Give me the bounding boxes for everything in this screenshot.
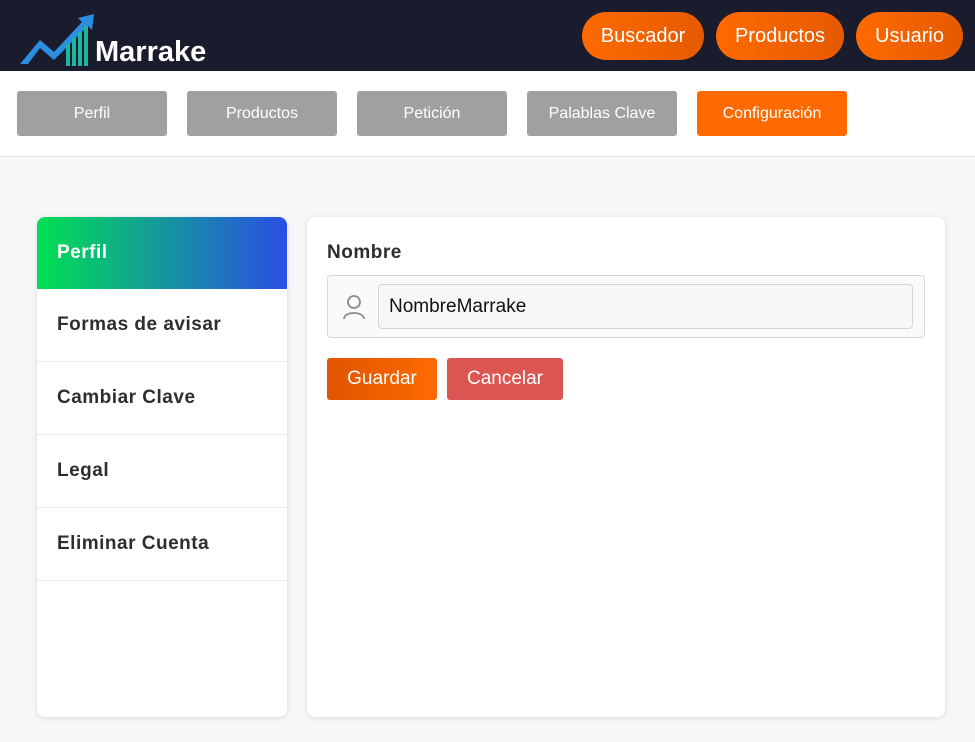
sidebar-item-formas-de-avisar[interactable]: Formas de avisar xyxy=(37,289,287,362)
tab-peticion[interactable]: Petición xyxy=(357,91,507,136)
tab-palabras-clave[interactable]: Palablas Clave xyxy=(527,91,677,136)
sidebar-item-perfil[interactable]: Perfil xyxy=(37,217,287,289)
tab-configuracion[interactable]: Configuración xyxy=(697,91,847,136)
name-field-group xyxy=(327,275,925,338)
settings-sidebar: Perfil Formas de avisar Cambiar Clave Le… xyxy=(37,217,287,717)
nav-productos-button[interactable]: Productos xyxy=(716,12,844,60)
save-button[interactable]: Guardar xyxy=(327,358,437,400)
sidebar-item-eliminar-cuenta[interactable]: Eliminar Cuenta xyxy=(37,508,287,581)
logo-icon xyxy=(20,14,94,66)
sidebar-item-legal[interactable]: Legal xyxy=(37,435,287,508)
profile-panel: Nombre Guardar Cancelar xyxy=(307,217,945,717)
sidebar-item-cambiar-clave[interactable]: Cambiar Clave xyxy=(37,362,287,435)
nav-usuario-button[interactable]: Usuario xyxy=(856,12,963,60)
tab-perfil[interactable]: Perfil xyxy=(17,91,167,136)
brand-name: Marrake xyxy=(95,36,207,68)
nav-buscador-button[interactable]: Buscador xyxy=(582,12,704,60)
tab-productos[interactable]: Productos xyxy=(187,91,337,136)
tab-bar: Perfil Productos Petición Palablas Clave… xyxy=(0,71,975,157)
name-input[interactable] xyxy=(378,284,913,329)
user-icon xyxy=(343,295,365,320)
top-header: Marrake Buscador Productos Usuario xyxy=(0,0,975,71)
name-label: Nombre xyxy=(327,242,402,263)
cancel-button[interactable]: Cancelar xyxy=(447,358,563,400)
